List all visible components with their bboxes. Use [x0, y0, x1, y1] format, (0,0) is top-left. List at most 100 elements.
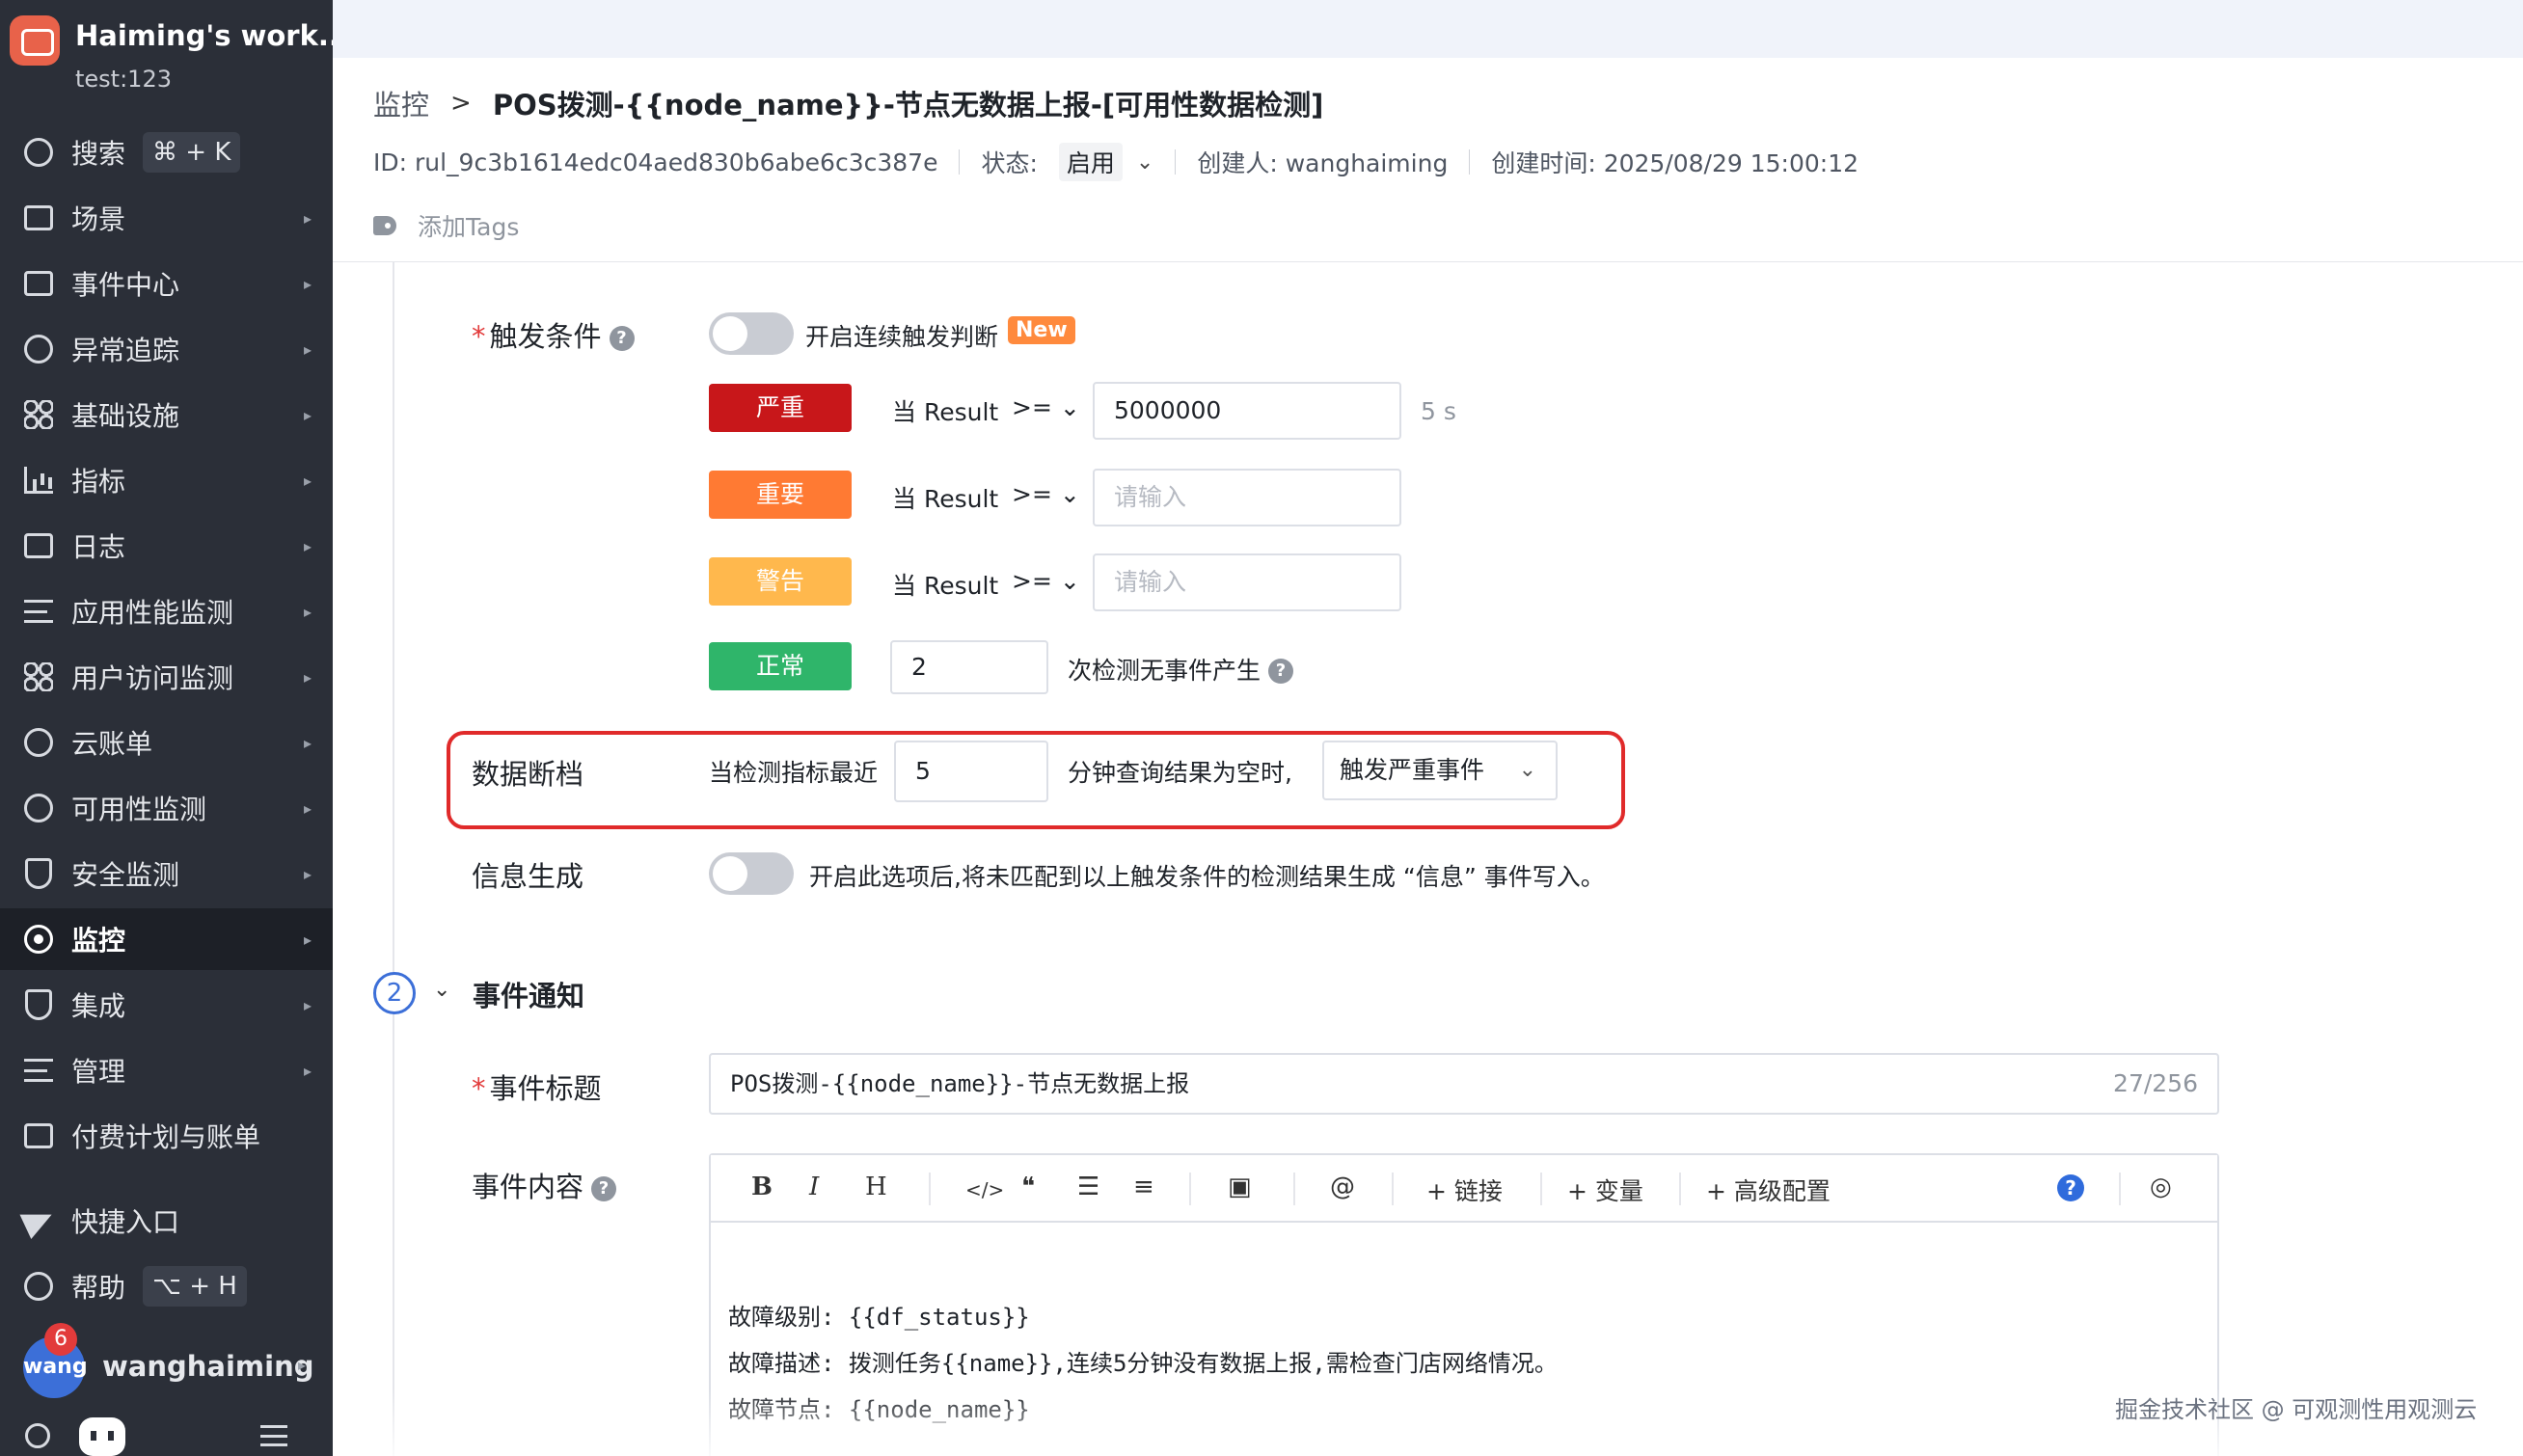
ordered-list-button[interactable]: ≡ — [1133, 1173, 1154, 1201]
page-title: POS拨测-{{node_name}}-节点无数据上报-[可用性数据检测] — [492, 89, 1324, 121]
toolbar-divider — [1392, 1173, 1394, 1205]
chevron-down-icon[interactable]: ⌄ — [433, 978, 450, 1002]
level-warning-badge: 警告 — [709, 557, 852, 606]
creator: 创建人: wanghaiming — [1197, 149, 1449, 177]
sidebar-item-label: 云账单 — [71, 728, 153, 760]
event-content-editor[interactable]: B I H </> ❝ ☰ ≡ ▣ @ + 链接 + 变量 + 高级配置 ? ◎… — [709, 1153, 2219, 1456]
info-gen-toggle[interactable] — [709, 852, 794, 895]
user-menu[interactable]: wang 6 wanghaiming ▸ — [0, 1323, 333, 1398]
sidebar-item-apm[interactable]: 应用性能监测 ▸ — [0, 580, 333, 642]
integration-icon — [19, 985, 58, 1024]
search-shortcut: ⌘ + K — [143, 132, 241, 173]
variable-button[interactable]: + 变量 — [1567, 1173, 1643, 1207]
breadcrumb-root[interactable]: 监控 — [373, 83, 429, 123]
sidebar-item-label: 付费计划与账单 — [71, 1121, 261, 1153]
level-important-badge: 重要 — [709, 471, 852, 519]
sidebar-item-billing-plan[interactable]: 付费计划与账单 — [0, 1105, 333, 1167]
bullet-list-button[interactable]: ☰ — [1077, 1173, 1099, 1201]
person-icon[interactable] — [25, 1423, 50, 1448]
workspace-switcher[interactable]: Haiming's work... test:123 — [0, 0, 350, 106]
management-icon — [19, 1051, 58, 1090]
status-label: 状态: — [981, 149, 1038, 177]
sidebar-item-cloud-billing[interactable]: 云账单 ▸ — [0, 712, 333, 773]
cloud-billing-icon — [19, 723, 58, 762]
breadcrumb: 监控 > POS拨测-{{node_name}}-节点无数据上报-[可用性数据检… — [373, 83, 1323, 123]
divider — [1469, 149, 1471, 175]
add-tags-button[interactable]: 添加Tags — [373, 208, 519, 243]
sidebar-item-label: 场景 — [71, 203, 126, 235]
toolbar-divider — [1189, 1173, 1191, 1205]
sidebar-item-logs[interactable]: 日志 ▸ — [0, 515, 333, 577]
image-button[interactable]: ▣ — [1228, 1173, 1252, 1201]
sidebar-item-management[interactable]: 管理 ▸ — [0, 1039, 333, 1101]
sidebar-item-event-center[interactable]: 事件中心 ▸ — [0, 253, 333, 314]
operator-select[interactable]: >= ⌄ — [1012, 567, 1080, 595]
warning-threshold-input[interactable]: 请输入 — [1093, 553, 1401, 611]
critical-threshold-input[interactable]: 5000000 — [1093, 382, 1401, 440]
sidebar-item-label: 监控 — [71, 925, 126, 957]
code-button[interactable]: </> — [965, 1178, 1004, 1201]
toolbar-divider — [1679, 1173, 1681, 1205]
advanced-config-button[interactable]: + 高级配置 — [1706, 1173, 1831, 1207]
question-icon[interactable]: ? — [1268, 659, 1294, 684]
quote-button[interactable]: ❝ — [1021, 1173, 1035, 1201]
sidebar-item-error-tracking[interactable]: 异常追踪 ▸ — [0, 318, 333, 380]
tag-icon — [373, 216, 396, 235]
sidebar-item-infrastructure[interactable]: 基础设施 ▸ — [0, 384, 333, 445]
continuous-trigger-toggle[interactable] — [709, 312, 794, 355]
robot-icon[interactable] — [79, 1417, 125, 1456]
arrow-right-icon: ▸ — [303, 602, 312, 621]
watermark: 掘金技术社区 @ 可观测性用观测云 — [2115, 1396, 2478, 1423]
editor-toolbar: B I H </> ❝ ☰ ≡ ▣ @ + 链接 + 变量 + 高级配置 ? ◎ — [711, 1155, 2217, 1223]
new-badge: New — [1008, 316, 1075, 344]
arrow-right-icon: ▸ — [303, 798, 312, 818]
data-gap-action-value: 触发严重事件 — [1340, 756, 1485, 784]
question-icon[interactable]: ? — [609, 326, 635, 351]
divider — [959, 149, 961, 175]
help-icon[interactable]: ? — [2057, 1174, 2084, 1201]
metrics-icon — [19, 461, 58, 499]
event-title-value: POS拨测-{{node_name}}-节点无数据上报 — [730, 1070, 1190, 1097]
sidebar-item-integration[interactable]: 集成 ▸ — [0, 974, 333, 1036]
question-icon[interactable]: ? — [591, 1176, 617, 1201]
divider — [1175, 149, 1177, 175]
italic-button[interactable]: I — [809, 1173, 819, 1201]
arrow-right-icon: ▸ — [303, 995, 312, 1014]
data-gap-action-select[interactable]: 触发严重事件 ⌄ — [1322, 741, 1558, 800]
operator-select[interactable]: >= ⌄ — [1012, 480, 1080, 508]
sidebar-item-label: 帮助 — [71, 1272, 126, 1304]
rule-condition: 当 Result — [892, 572, 999, 600]
event-title-input[interactable]: POS拨测-{{node_name}}-节点无数据上报 27/256 — [709, 1053, 2219, 1115]
event-content-label: 事件内容? — [472, 1165, 617, 1205]
level-critical-badge: 严重 — [709, 384, 852, 432]
sidebar-item-security[interactable]: 安全监测 ▸ — [0, 843, 333, 904]
bold-button[interactable]: B — [751, 1173, 773, 1201]
sidebar-search[interactable]: 搜索 ⌘ + K — [0, 121, 333, 183]
sidebar-item-synthetic[interactable]: 可用性监测 ▸ — [0, 777, 333, 839]
toolbar-divider — [929, 1173, 931, 1205]
menu-icon[interactable] — [260, 1425, 287, 1446]
mention-button[interactable]: @ — [1330, 1173, 1355, 1201]
normal-count-input[interactable]: 2 — [890, 640, 1048, 694]
sidebar-item-monitor[interactable]: 监控 ▸ — [0, 908, 333, 970]
sidebar-shortcut-entry[interactable]: 快捷入口 — [0, 1190, 333, 1252]
sidebar-item-rum[interactable]: 用户访问监测 ▸ — [0, 646, 333, 708]
link-button[interactable]: + 链接 — [1426, 1173, 1503, 1207]
arrow-right-icon: ▸ — [303, 339, 312, 359]
important-threshold-input[interactable]: 请输入 — [1093, 469, 1401, 526]
monitor-id: ID: rul_9c3b1614edc04aed830b6abe6c3c387e — [373, 148, 938, 176]
toolbar-divider — [2119, 1173, 2121, 1205]
chevron-right-icon: > — [450, 89, 472, 118]
preview-icon[interactable]: ◎ — [2150, 1173, 2172, 1201]
operator-select[interactable]: >= ⌄ — [1012, 393, 1080, 421]
sidebar-item-metrics[interactable]: 指标 ▸ — [0, 449, 333, 511]
data-gap-suffix: 分钟查询结果为空时, — [1068, 759, 1292, 787]
sidebar-help[interactable]: 帮助 ⌥ + H — [0, 1255, 333, 1317]
sidebar-item-scene[interactable]: 场景 ▸ — [0, 187, 333, 249]
heading-button[interactable]: H — [865, 1173, 887, 1201]
chevron-down-icon[interactable]: ⌄ — [1136, 150, 1153, 175]
status-badge[interactable]: 启用 — [1058, 143, 1123, 181]
char-counter: 27/256 — [2113, 1069, 2198, 1097]
data-gap-minutes-input[interactable]: 5 — [894, 741, 1048, 802]
sidebar-item-label: 异常追踪 — [71, 335, 180, 366]
